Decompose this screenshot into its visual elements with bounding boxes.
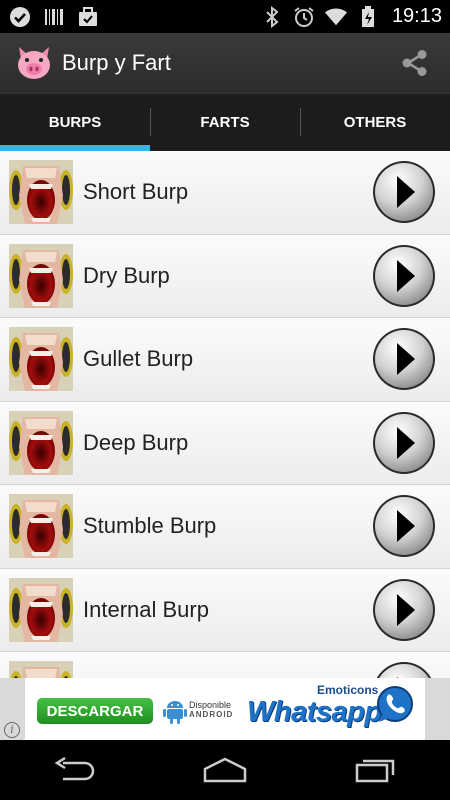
sound-label: Internal Burp: [83, 596, 209, 622]
play-button[interactable]: [372, 661, 436, 678]
recent-apps-icon: [355, 759, 395, 783]
app-title: Burp y Fart: [62, 50, 171, 75]
tab-farts[interactable]: FARTS: [150, 94, 300, 151]
share-button[interactable]: [386, 35, 442, 91]
status-time: 19:13: [391, 5, 442, 27]
tab-label: BURPS: [48, 114, 102, 131]
burp-face-thumbnail: [9, 577, 73, 642]
burp-face-thumbnail: [9, 160, 73, 225]
play-button[interactable]: [372, 411, 436, 475]
sound-label: Short Burp: [83, 179, 189, 205]
whatsapp-phone-icon: [377, 686, 413, 722]
back-icon: [54, 757, 95, 781]
screen: 19:13 Burp y Fart BURPS FARTS OTHERS Sho…: [0, 0, 450, 800]
status-bar: 19:13: [0, 0, 450, 33]
home-button[interactable]: [195, 750, 255, 790]
list-item[interactable]: Gullet Burp: [0, 318, 450, 402]
tab-label: OTHERS: [343, 114, 407, 131]
list-item[interactable]: Short Burp: [0, 151, 450, 235]
bluetooth-icon: [260, 5, 284, 28]
burp-face-thumbnail: [9, 327, 73, 392]
briefcase-icon: [76, 6, 100, 28]
recent-apps-button[interactable]: [345, 750, 405, 790]
tab-burps[interactable]: BURPS: [0, 94, 150, 151]
alarm-icon: [292, 6, 316, 28]
ad-platform-label: ANDROID: [189, 710, 234, 719]
ad-banner[interactable]: i DESCARGAR Disponible ANDROID Emoticons…: [0, 678, 450, 740]
list-item[interactable]: Dry Burp: [0, 234, 450, 318]
list-item[interactable]: [0, 652, 450, 678]
burp-face-thumbnail: [9, 243, 73, 308]
play-button[interactable]: [372, 160, 436, 224]
sound-label: Dry Burp: [83, 262, 170, 288]
tab-label: FARTS: [200, 114, 250, 131]
ad-available-label: Disponible: [189, 700, 232, 710]
burp-face-thumbnail: [9, 494, 73, 559]
wifi-icon: [324, 6, 348, 28]
tab-others[interactable]: OTHERS: [300, 94, 450, 151]
barcode-icon: [42, 6, 66, 28]
back-button[interactable]: [45, 750, 105, 790]
play-button[interactable]: [372, 494, 436, 558]
ad-download-button[interactable]: DESCARGAR: [37, 698, 153, 724]
ad-brand: Whatsapp: [247, 696, 382, 728]
action-bar: Burp y Fart: [0, 33, 450, 93]
check-circle-icon: [8, 6, 32, 28]
ad-content[interactable]: DESCARGAR Disponible ANDROID Emoticons W…: [25, 678, 425, 740]
play-button[interactable]: [372, 327, 436, 391]
tab-bar: BURPS FARTS OTHERS: [0, 93, 450, 151]
list-item[interactable]: Stumble Burp: [0, 485, 450, 569]
android-icon: [163, 701, 187, 724]
sound-list[interactable]: Short Burp Dry Burp Gullet Burp Deep Bur…: [0, 151, 450, 678]
list-item[interactable]: Internal Burp: [0, 568, 450, 652]
sound-label: Gullet Burp: [83, 346, 194, 372]
home-icon: [203, 757, 247, 783]
ad-tagline: Emoticons: [317, 683, 379, 697]
play-button[interactable]: [372, 244, 436, 308]
battery-icon: [356, 5, 380, 28]
share-icon: [402, 50, 427, 76]
list-item[interactable]: Deep Burp: [0, 401, 450, 485]
ad-available-text: Disponible ANDROID: [189, 700, 233, 720]
sound-label: Stumble Burp: [83, 513, 217, 539]
navigation-bar: [0, 740, 450, 800]
burp-face-thumbnail: [9, 410, 73, 475]
ad-info-icon[interactable]: i: [4, 722, 20, 738]
pig-icon[interactable]: [14, 43, 54, 83]
sound-label: Deep Burp: [83, 429, 189, 455]
play-button[interactable]: [372, 578, 436, 642]
burp-face-thumbnail: [9, 661, 73, 678]
